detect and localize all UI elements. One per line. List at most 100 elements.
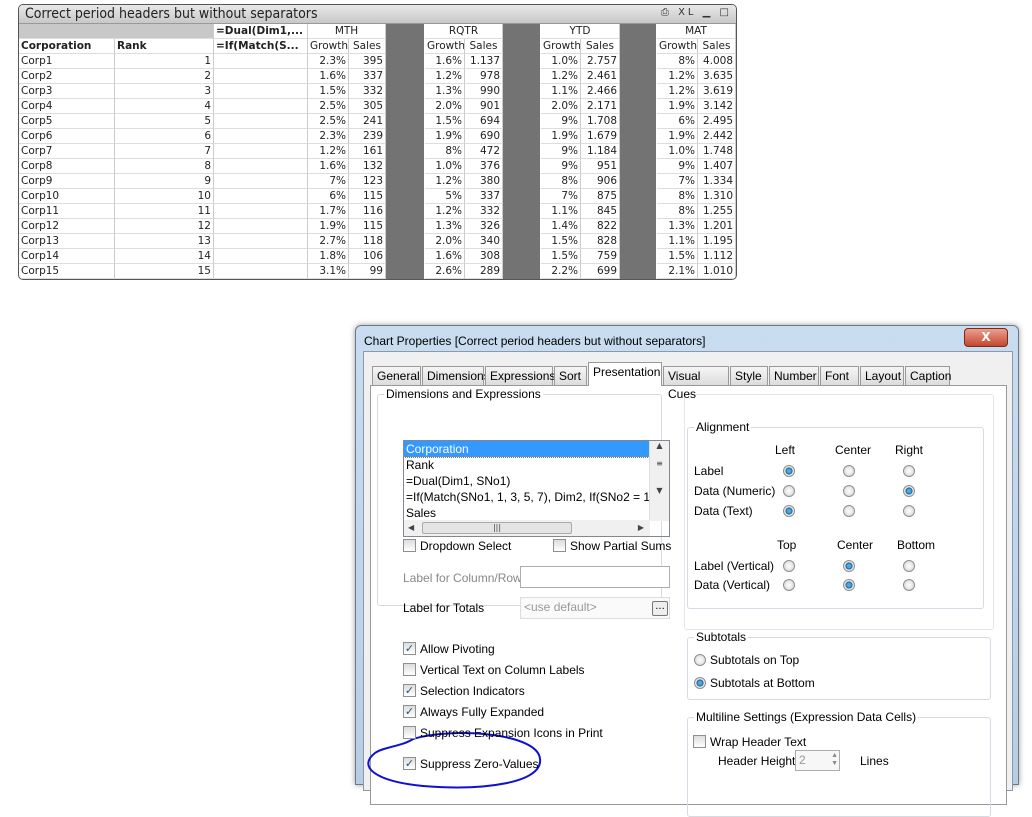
period-header[interactable]: RQTR bbox=[425, 24, 503, 39]
header-height-stepper[interactable]: 2 ▲ ▼ bbox=[795, 750, 840, 771]
corporation-cell[interactable]: Corp14 bbox=[19, 249, 115, 264]
valign-radio[interactable] bbox=[843, 560, 855, 572]
sales-header[interactable]: Sales bbox=[698, 39, 736, 54]
tab-caption[interactable]: Caption bbox=[905, 366, 951, 385]
expr-dim2-header[interactable]: =If(Match(S... bbox=[214, 39, 308, 54]
option-checkbox[interactable] bbox=[403, 726, 416, 739]
valign-radio[interactable] bbox=[843, 579, 855, 591]
list-item[interactable]: =If(Match(SNo1, 1, 3, 5, 7), Dim2, If(SN… bbox=[404, 489, 669, 505]
rank-cell: 12 bbox=[115, 219, 214, 234]
empty-cell bbox=[214, 264, 308, 279]
growth-cell: 1.5% bbox=[541, 234, 581, 249]
corporation-cell[interactable]: Corp1 bbox=[19, 54, 115, 69]
align-radio[interactable] bbox=[843, 485, 855, 497]
header-height-label: Header Height bbox=[718, 754, 796, 768]
list-item[interactable]: =Dual(Dim1, SNo1) bbox=[404, 473, 669, 489]
tab-expressions[interactable]: Expressions bbox=[485, 366, 555, 385]
corporation-cell[interactable]: Corp8 bbox=[19, 159, 115, 174]
list-item[interactable]: Corporation bbox=[404, 441, 669, 458]
growth-cell: 1.3% bbox=[425, 219, 465, 234]
align-radio[interactable] bbox=[783, 465, 795, 477]
sales-header[interactable]: Sales bbox=[349, 39, 386, 54]
pivot-table-object: Correct period headers but without separ… bbox=[18, 4, 737, 280]
tab-visual-cues[interactable]: Visual Cues bbox=[663, 366, 729, 401]
sales-header[interactable]: Sales bbox=[581, 39, 620, 54]
corporation-cell[interactable]: Corp15 bbox=[19, 264, 115, 279]
valign-radio[interactable] bbox=[783, 579, 795, 591]
growth-cell: 2.7% bbox=[308, 234, 349, 249]
corporation-header[interactable]: Corporation bbox=[19, 39, 115, 54]
option-checkbox[interactable]: ✓ bbox=[403, 757, 416, 770]
growth-cell: 9% bbox=[541, 159, 581, 174]
growth-header[interactable]: Growth bbox=[541, 39, 581, 54]
tab-style[interactable]: Style bbox=[730, 366, 768, 385]
caption-icons[interactable]: ⎙ XL ▁ □ bbox=[661, 7, 732, 18]
align-radio[interactable] bbox=[843, 505, 855, 517]
tab-presentation[interactable]: Presentation bbox=[588, 362, 662, 386]
tab-general[interactable]: General bbox=[372, 366, 421, 385]
valign-radio[interactable] bbox=[783, 560, 795, 572]
align-radio[interactable] bbox=[783, 505, 795, 517]
tab-font[interactable]: Font bbox=[820, 366, 859, 385]
corporation-cell[interactable]: Corp9 bbox=[19, 174, 115, 189]
align-radio[interactable] bbox=[903, 485, 915, 497]
empty-cell bbox=[214, 84, 308, 99]
close-button[interactable]: X bbox=[964, 328, 1008, 347]
stepper-arrows-icon[interactable]: ▲ ▼ bbox=[831, 752, 838, 768]
growth-cell: 1.9% bbox=[425, 129, 465, 144]
corporation-cell[interactable]: Corp12 bbox=[19, 219, 115, 234]
sales-cell: 690 bbox=[465, 129, 503, 144]
empty-cell bbox=[214, 99, 308, 114]
corporation-cell[interactable]: Corp13 bbox=[19, 234, 115, 249]
corporation-cell[interactable]: Corp3 bbox=[19, 84, 115, 99]
sales-cell: 332 bbox=[465, 204, 503, 219]
list-item[interactable]: Rank bbox=[404, 457, 669, 473]
sales-header[interactable]: Sales bbox=[465, 39, 503, 54]
browse-button[interactable]: ... bbox=[652, 601, 668, 616]
corporation-cell[interactable]: Corp11 bbox=[19, 204, 115, 219]
sales-cell: 305 bbox=[349, 99, 386, 114]
dropdown-select-checkbox[interactable] bbox=[403, 539, 416, 552]
expr-dim-header[interactable]: =Dual(Dim1,... bbox=[214, 24, 308, 39]
align-radio[interactable] bbox=[903, 505, 915, 517]
tab-sort[interactable]: Sort bbox=[554, 366, 587, 385]
tab-number[interactable]: Number bbox=[769, 366, 819, 385]
list-item[interactable]: Sales bbox=[404, 505, 669, 521]
dims-group-title: Dimensions and Expressions bbox=[384, 387, 543, 401]
valign-radio[interactable] bbox=[903, 579, 915, 591]
wrap-header-checkbox[interactable] bbox=[693, 735, 706, 748]
subtotals-top-radio[interactable] bbox=[694, 654, 706, 666]
list-hscrollbar[interactable]: ◀ ||| ▶ bbox=[404, 520, 650, 536]
growth-header[interactable]: Growth bbox=[308, 39, 349, 54]
valign-radio[interactable] bbox=[903, 560, 915, 572]
corporation-cell[interactable]: Corp5 bbox=[19, 114, 115, 129]
option-checkbox[interactable]: ✓ bbox=[403, 684, 416, 697]
corporation-cell[interactable]: Corp2 bbox=[19, 69, 115, 84]
corporation-cell[interactable]: Corp6 bbox=[19, 129, 115, 144]
period-header[interactable]: MAT bbox=[657, 24, 736, 39]
rank-header[interactable]: Rank bbox=[115, 39, 214, 54]
subtotals-group: Subtotals bbox=[687, 630, 991, 700]
option-checkbox[interactable] bbox=[403, 663, 416, 676]
align-radio[interactable] bbox=[783, 485, 795, 497]
label-col-row-input[interactable] bbox=[520, 566, 670, 588]
subtotals-bottom-radio[interactable] bbox=[694, 677, 706, 689]
growth-cell: 8% bbox=[657, 204, 698, 219]
period-header[interactable]: YTD bbox=[541, 24, 620, 39]
wrap-header-label: Wrap Header Text bbox=[710, 735, 807, 749]
period-header[interactable]: MTH bbox=[308, 24, 386, 39]
corporation-cell[interactable]: Corp7 bbox=[19, 144, 115, 159]
show-partial-sums-checkbox[interactable] bbox=[553, 539, 566, 552]
list-vscrollbar[interactable]: ▲ ≡ ▼ bbox=[649, 441, 669, 521]
option-checkbox[interactable]: ✓ bbox=[403, 642, 416, 655]
align-radio[interactable] bbox=[903, 465, 915, 477]
corporation-cell[interactable]: Corp10 bbox=[19, 189, 115, 204]
option-checkbox[interactable]: ✓ bbox=[403, 705, 416, 718]
align-radio[interactable] bbox=[843, 465, 855, 477]
growth-header[interactable]: Growth bbox=[425, 39, 465, 54]
tab-layout[interactable]: Layout bbox=[860, 366, 904, 385]
growth-header[interactable]: Growth bbox=[657, 39, 698, 54]
corporation-cell[interactable]: Corp4 bbox=[19, 99, 115, 114]
label-totals-input[interactable]: <use default> bbox=[520, 597, 670, 619]
tab-dimensions[interactable]: Dimensions bbox=[422, 366, 490, 385]
